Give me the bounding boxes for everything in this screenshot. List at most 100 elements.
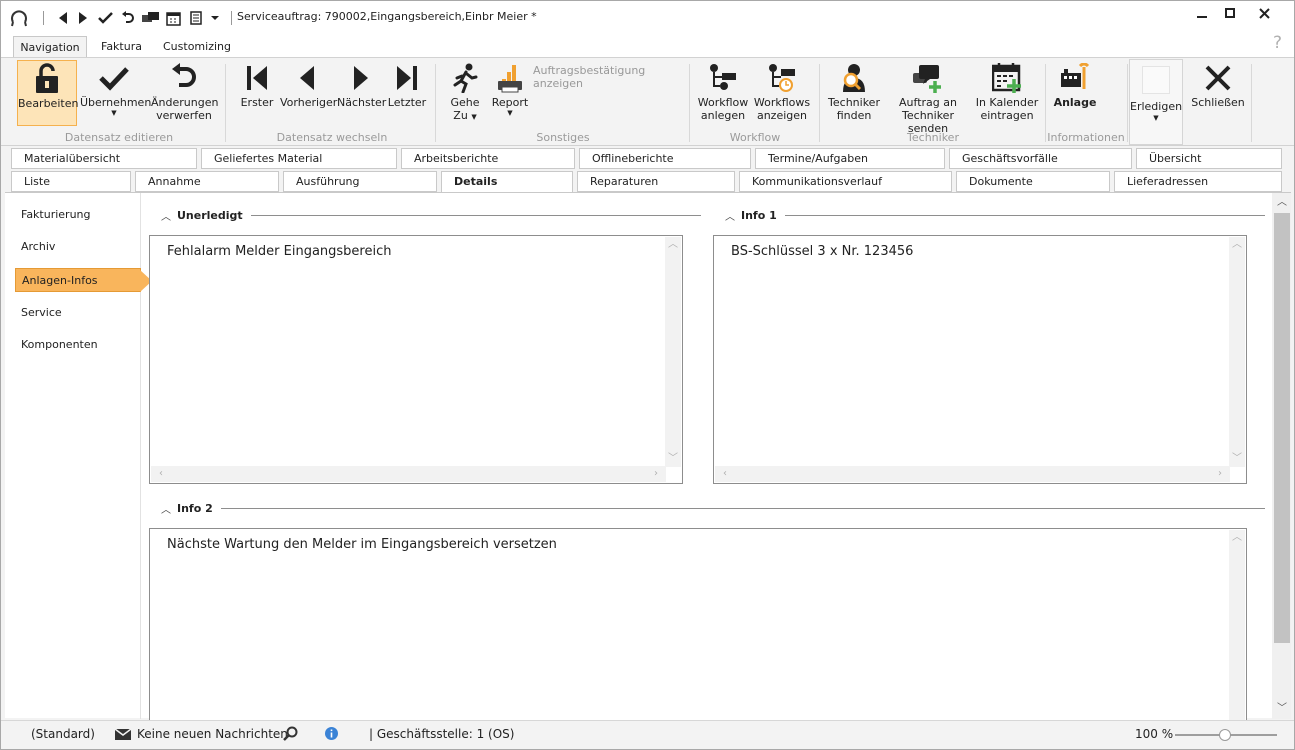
document-icon[interactable] bbox=[189, 9, 203, 27]
quick-access-dropdown-icon[interactable] bbox=[209, 9, 221, 27]
tab-liste[interactable]: Liste bbox=[11, 171, 131, 192]
scroll-up-icon[interactable]: ︿ bbox=[668, 239, 678, 251]
undo-icon[interactable] bbox=[121, 9, 135, 27]
status-branch: | Geschäftsstelle: 1 (OS) bbox=[369, 727, 515, 741]
tab-ausfuehrung[interactable]: Ausführung bbox=[283, 171, 437, 192]
scroll-right-icon[interactable]: › bbox=[1218, 468, 1222, 480]
nav-item-service[interactable]: Service bbox=[15, 301, 141, 325]
tab-geschaeftsvorfaelle[interactable]: Geschäftsvorfälle bbox=[949, 148, 1132, 169]
info-icon[interactable] bbox=[325, 727, 338, 743]
workflow-add-icon bbox=[697, 60, 749, 96]
maximize-button[interactable] bbox=[1219, 5, 1241, 21]
minimize-button[interactable] bbox=[1191, 5, 1213, 21]
naechster-button[interactable]: Nächster bbox=[337, 60, 386, 126]
schliessen-button[interactable]: Schließen bbox=[1189, 60, 1247, 126]
vertical-scrollbar[interactable]: ︿ ﹀ bbox=[665, 237, 681, 467]
scroll-up-icon[interactable]: ︿ bbox=[1232, 532, 1242, 544]
collapse-icon[interactable]: ︿ bbox=[725, 208, 741, 223]
auftragsbestaetigung-button[interactable]: Auftragsbestätigung anzeigen bbox=[533, 64, 681, 90]
tab-arbeitsberichte[interactable]: Arbeitsberichte bbox=[401, 148, 575, 169]
scroll-down-icon[interactable]: ﹀ bbox=[1277, 703, 1287, 715]
forward-arrow-icon[interactable] bbox=[77, 9, 89, 27]
vertical-scrollbar[interactable]: ︿ ﹀ bbox=[1229, 237, 1245, 467]
nav-item-fakturierung[interactable]: Fakturierung bbox=[15, 203, 141, 227]
main-vertical-scrollbar[interactable]: ︿ ﹀ bbox=[1272, 193, 1291, 719]
scroll-down-icon[interactable]: ﹀ bbox=[1232, 453, 1242, 465]
tab-faktura[interactable]: Faktura bbox=[93, 36, 150, 58]
erledigen-button[interactable]: Erledigen ▼ bbox=[1129, 59, 1183, 145]
tab-annahme[interactable]: Annahme bbox=[135, 171, 279, 192]
scroll-left-icon[interactable]: ‹ bbox=[159, 468, 163, 480]
zoom-slider-handle[interactable] bbox=[1219, 729, 1231, 741]
anlage-button[interactable]: Anlage bbox=[1051, 60, 1099, 126]
unerledigt-textarea[interactable]: Fehlalarm Melder Eingangsbereich ︿ ﹀ ‹ › bbox=[149, 235, 683, 484]
chevron-down-icon: ▼ bbox=[507, 109, 513, 117]
bearbeiten-button[interactable]: Bearbeiten bbox=[17, 60, 78, 126]
tab-kommunikationsverlauf[interactable]: Kommunikationsverlauf bbox=[739, 171, 952, 192]
zoom-slider[interactable] bbox=[1175, 729, 1277, 741]
erster-button[interactable]: Erster bbox=[237, 60, 277, 126]
scroll-left-icon[interactable]: ‹ bbox=[723, 468, 727, 480]
nav-item-komponenten[interactable]: Komponenten bbox=[15, 333, 141, 357]
tab-lieferadressen[interactable]: Lieferadressen bbox=[1114, 171, 1282, 192]
aenderungen-verwerfen-button[interactable]: Änderungen verwerfen bbox=[151, 60, 218, 126]
tab-navigation[interactable]: Navigation bbox=[13, 36, 87, 58]
uebernehmen-label: Übernehmen bbox=[80, 96, 152, 109]
calendar-icon[interactable] bbox=[165, 9, 181, 27]
back-arrow-icon[interactable] bbox=[57, 9, 69, 27]
scroll-up-icon[interactable]: ︿ bbox=[1277, 197, 1287, 209]
report-button[interactable]: Report ▼ bbox=[489, 60, 531, 126]
tab-reparaturen[interactable]: Reparaturen bbox=[577, 171, 735, 192]
workflows-anzeigen-button[interactable]: Workflows anzeigen bbox=[753, 60, 811, 126]
vorheriger-button[interactable]: Vorheriger bbox=[280, 60, 337, 126]
techniker-finden-button[interactable]: Techniker finden bbox=[827, 60, 881, 126]
info2-textarea[interactable]: Nächste Wartung den Melder im Eingangsbe… bbox=[149, 528, 1247, 723]
section-header-info1[interactable]: ︿ Info 1 bbox=[725, 207, 1265, 223]
kalender-eintragen-button[interactable]: In Kalender eintragen bbox=[975, 60, 1039, 126]
collapse-icon[interactable]: ︿ bbox=[161, 501, 177, 516]
collapse-icon[interactable]: ︿ bbox=[161, 208, 177, 223]
status-mode[interactable]: (Standard) bbox=[31, 727, 95, 741]
scrollbar-thumb[interactable] bbox=[1274, 213, 1290, 643]
nav-item-archiv[interactable]: Archiv bbox=[15, 235, 141, 259]
tab-uebersicht[interactable]: Übersicht bbox=[1136, 148, 1282, 169]
workflow-anlegen-button[interactable]: Workflow anlegen bbox=[697, 60, 749, 126]
tab-details[interactable]: Details bbox=[441, 171, 573, 193]
tab-termine-aufgaben[interactable]: Termine/Aufgaben bbox=[755, 148, 945, 169]
search-icon[interactable] bbox=[283, 726, 298, 744]
close-window-button[interactable] bbox=[1253, 5, 1275, 21]
nav-item-anlagen-infos[interactable]: Anlagen-Infos bbox=[15, 268, 152, 292]
ribbon: Bearbeiten Übernehmen ▼ Änderungen verwe… bbox=[1, 57, 1294, 146]
tab-dokumente[interactable]: Dokumente bbox=[956, 171, 1110, 192]
scroll-down-icon[interactable]: ﹀ bbox=[668, 453, 678, 465]
workflow-anlegen-label-2: anlegen bbox=[700, 109, 746, 122]
kalender-label-1: In Kalender bbox=[975, 96, 1039, 109]
horizontal-scrollbar[interactable]: ‹ › bbox=[715, 466, 1230, 482]
auftrag-senden-button[interactable]: Auftrag an Techniker senden bbox=[883, 60, 973, 135]
techniker-finden-label-2: finden bbox=[836, 109, 872, 122]
status-bar: (Standard) Keine neuen Nachrichten | Ges… bbox=[1, 720, 1294, 749]
tab-offlineberichte[interactable]: Offlineberichte bbox=[579, 148, 751, 169]
horizontal-scrollbar[interactable]: ‹ › bbox=[151, 466, 666, 482]
tab-geliefertes-material[interactable]: Geliefertes Material bbox=[201, 148, 397, 169]
status-messages[interactable]: Keine neuen Nachrichten bbox=[137, 727, 288, 741]
gehe-zu-button[interactable]: Gehe Zu ▼ bbox=[447, 60, 483, 126]
uebernehmen-button[interactable]: Übernehmen ▼ bbox=[80, 60, 152, 126]
tab-customizing[interactable]: Customizing bbox=[155, 36, 239, 58]
tab-materialuebersicht[interactable]: Materialübersicht bbox=[11, 148, 197, 169]
help-icon[interactable]: ? bbox=[1273, 33, 1282, 53]
check-icon[interactable] bbox=[97, 9, 113, 27]
info1-textarea[interactable]: BS-Schlüssel 3 x Nr. 123456 ︿ ﹀ ‹ › bbox=[713, 235, 1247, 484]
section-title-info1: Info 1 bbox=[741, 208, 777, 222]
chat-icon[interactable] bbox=[141, 9, 159, 27]
section-header-unerledigt[interactable]: ︿ Unerledigt bbox=[161, 207, 701, 223]
ribbon-separator bbox=[1127, 64, 1128, 142]
vertical-scrollbar[interactable]: ︿ bbox=[1229, 530, 1245, 720]
letzter-button[interactable]: Letzter bbox=[387, 60, 427, 126]
scroll-right-icon[interactable]: › bbox=[654, 468, 658, 480]
group-label-datensatz-editieren: Datensatz editieren bbox=[64, 131, 174, 144]
scroll-up-icon[interactable]: ︿ bbox=[1232, 239, 1242, 251]
left-nav: Fakturierung Archiv Anlagen-Infos Servic… bbox=[5, 193, 152, 719]
app-logo-icon[interactable] bbox=[9, 9, 29, 27]
section-header-info2[interactable]: ︿ Info 2 bbox=[161, 500, 1265, 516]
